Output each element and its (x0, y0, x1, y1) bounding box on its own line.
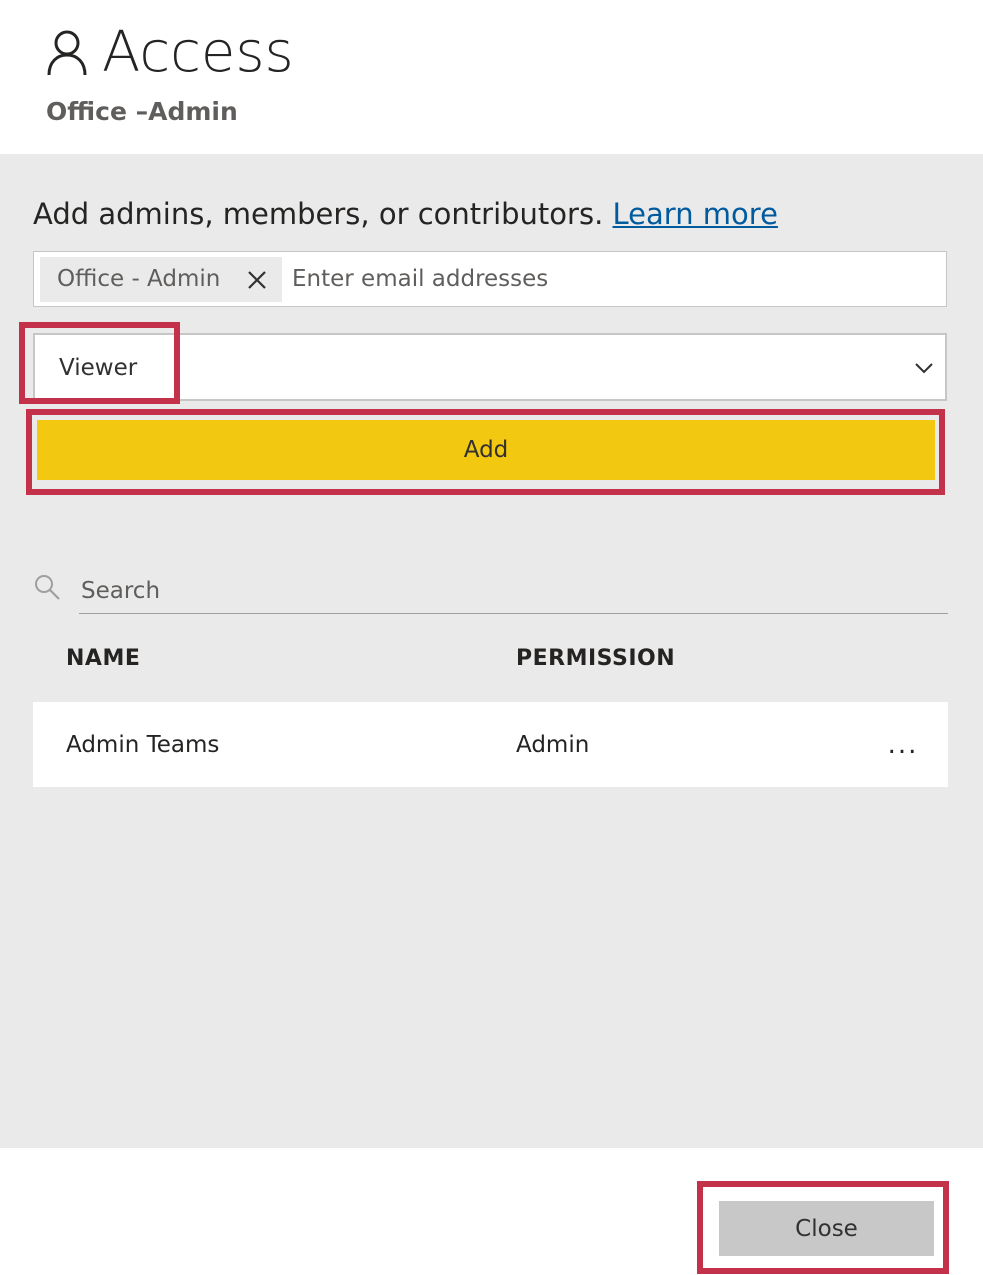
intro-label: Add admins, members, or contributors. (33, 197, 613, 231)
row-name: Admin Teams (66, 732, 220, 758)
column-header-name: NAME (66, 646, 141, 671)
access-dialog: Access Office –Admin Add admins, members… (0, 0, 983, 1275)
email-address-field[interactable]: Office - Admin (33, 251, 947, 307)
email-input[interactable] (292, 260, 932, 298)
intro-text: Add admins, members, or contributors. Le… (33, 194, 778, 234)
permission-dropdown[interactable]: Viewer (33, 333, 947, 401)
recipient-chip: Office - Admin (40, 257, 282, 302)
person-icon (47, 30, 87, 76)
add-button[interactable]: Add (37, 420, 935, 480)
search-icon (35, 575, 60, 600)
more-options-icon[interactable]: ... (883, 732, 923, 762)
close-button[interactable]: Close (719, 1201, 934, 1256)
column-header-permission: PERMISSION (516, 646, 676, 671)
dialog-header: Access Office –Admin (0, 0, 983, 154)
search-input[interactable] (79, 568, 948, 614)
learn-more-link[interactable]: Learn more (613, 197, 778, 231)
dialog-title: Access (102, 20, 294, 85)
workspace-name: Office –Admin (46, 97, 238, 126)
table-row: Admin Teams Admin ... (33, 702, 948, 787)
row-permission: Admin (516, 732, 590, 758)
chevron-down-icon (915, 363, 933, 374)
close-icon[interactable] (246, 269, 268, 291)
recipient-chip-label: Office - Admin (57, 266, 221, 292)
permission-dropdown-value: Viewer (59, 355, 138, 381)
